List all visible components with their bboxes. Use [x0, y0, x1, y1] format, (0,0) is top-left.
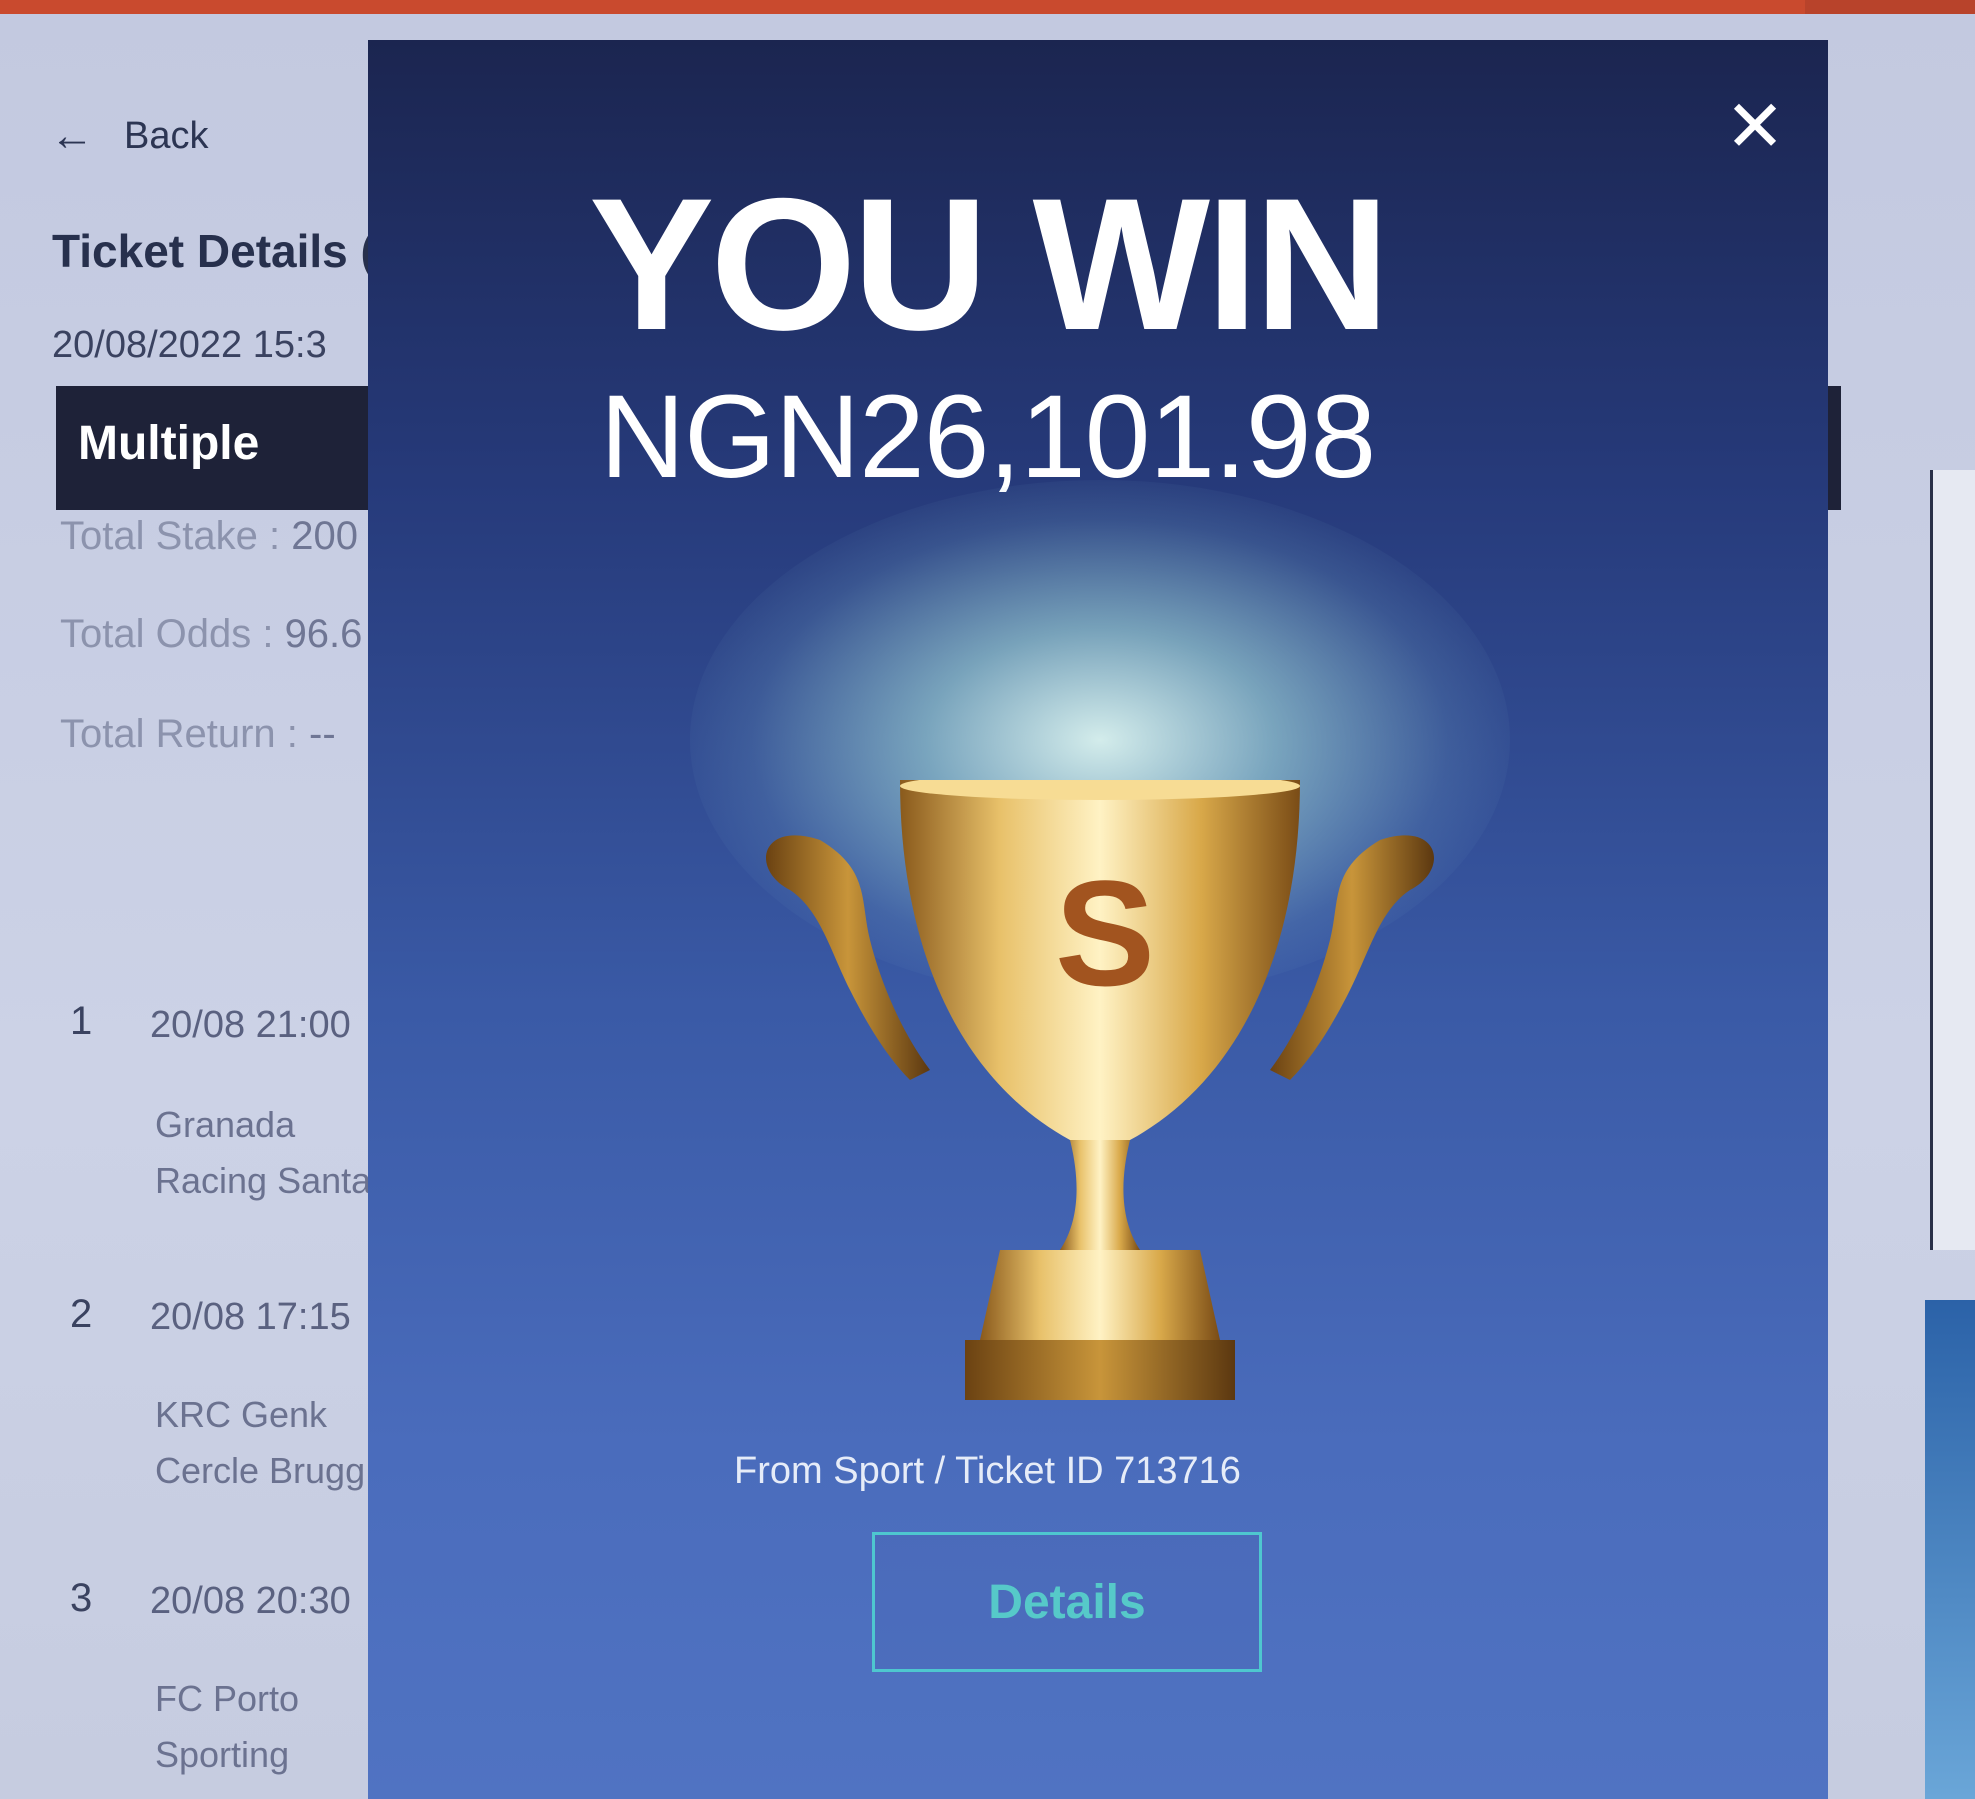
- match-time: 20/08 20:30: [150, 1580, 351, 1622]
- total-stake-value: 200: [291, 514, 358, 558]
- total-odds-value: 96.6: [284, 612, 363, 656]
- home-team: FC Porto: [155, 1678, 300, 1719]
- total-return-label: Total Return :: [60, 712, 310, 756]
- top-edge-strip: [0, 0, 1975, 14]
- match-number: 2: [70, 1292, 93, 1336]
- total-return-value: --: [309, 712, 336, 756]
- total-odds-label: Total Odds :: [60, 612, 285, 656]
- win-headline: YOU WIN: [588, 159, 1390, 369]
- back-label: Back: [124, 114, 209, 157]
- back-button[interactable]: ← Back: [50, 114, 208, 158]
- trophy-icon: S: [766, 780, 1434, 1400]
- home-team: KRC Genk: [155, 1394, 328, 1435]
- details-button[interactable]: Details: [872, 1532, 1262, 1672]
- total-stake-label: Total Stake :: [60, 514, 292, 558]
- away-team: Racing Santa: [155, 1160, 372, 1201]
- win-amount: NGN26,101.98: [599, 371, 1376, 503]
- side-banner-image: [1925, 1300, 1975, 1799]
- total-return: Total Return : --: [60, 712, 336, 757]
- ticket-source-text: From Sport / Ticket ID 713716: [734, 1450, 1241, 1492]
- match-time: 20/08 17:15: [150, 1296, 351, 1338]
- match-number: 1: [70, 999, 93, 1043]
- match-time: 20/08 21:00: [150, 1004, 351, 1046]
- close-icon[interactable]: ✕: [1720, 91, 1790, 163]
- side-panel: [1930, 470, 1975, 1250]
- total-stake: Total Stake : 200: [60, 514, 358, 559]
- trophy-logo-letter: S: [1055, 849, 1155, 1017]
- away-team: Sporting: [155, 1734, 290, 1775]
- match-number: 3: [70, 1576, 93, 1620]
- total-odds: Total Odds : 96.6: [60, 612, 362, 657]
- arrow-left-icon: ←: [50, 111, 94, 160]
- home-team: Granada: [155, 1104, 296, 1145]
